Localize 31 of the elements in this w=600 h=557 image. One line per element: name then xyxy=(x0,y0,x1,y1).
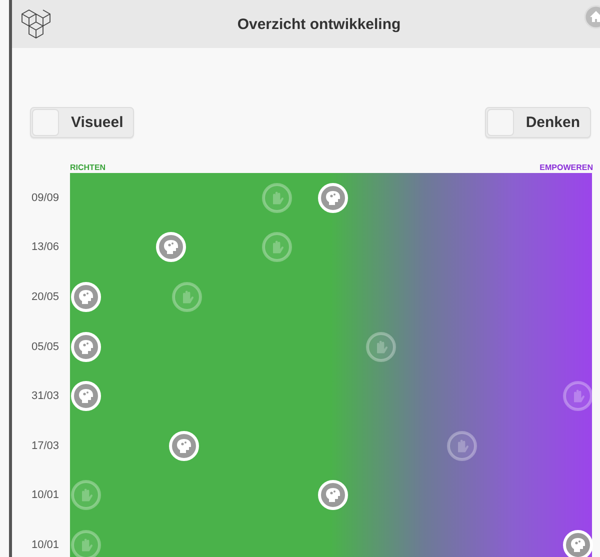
toggle-button[interactable]: Visueel xyxy=(30,107,134,138)
head-marker-icon[interactable] xyxy=(562,530,593,557)
hand-marker-icon[interactable] xyxy=(366,332,396,362)
head-marker-icon[interactable] xyxy=(71,282,102,312)
hand-marker-icon[interactable] xyxy=(262,232,292,262)
date-label: 13/06 xyxy=(30,240,60,256)
date-label: 10/01 xyxy=(30,488,60,504)
head-marker-icon[interactable] xyxy=(71,332,102,362)
date-label: 05/05 xyxy=(30,340,60,355)
date-label: 17/03 xyxy=(30,438,60,454)
head-marker-icon[interactable] xyxy=(71,381,102,412)
hand-marker-icon[interactable] xyxy=(172,282,202,312)
date-label: 09/09 xyxy=(30,190,60,206)
date-label: 10/01 xyxy=(30,538,60,553)
head-marker-icon[interactable] xyxy=(318,480,348,510)
head-marker-icon[interactable] xyxy=(168,430,199,461)
hand-marker-icon[interactable] xyxy=(262,182,292,213)
scale-label: EMPOWEREN xyxy=(540,163,593,173)
scale-label: RICHTEN xyxy=(70,163,106,173)
toggle-button[interactable]: Denken xyxy=(484,107,591,138)
page-title: Overzicht ontwikkeling xyxy=(237,16,401,32)
hand-marker-icon[interactable] xyxy=(71,530,102,557)
hand-marker-icon[interactable] xyxy=(446,430,476,461)
hand-marker-icon[interactable] xyxy=(562,381,593,412)
toggle-switch[interactable] xyxy=(486,109,514,136)
date-label: 20/05 xyxy=(30,290,60,305)
toggle-switch[interactable] xyxy=(32,109,59,136)
date-label: 31/03 xyxy=(30,389,60,404)
hand-marker-icon[interactable] xyxy=(71,480,102,510)
head-marker-icon[interactable] xyxy=(318,182,348,213)
head-marker-icon[interactable] xyxy=(156,232,186,262)
